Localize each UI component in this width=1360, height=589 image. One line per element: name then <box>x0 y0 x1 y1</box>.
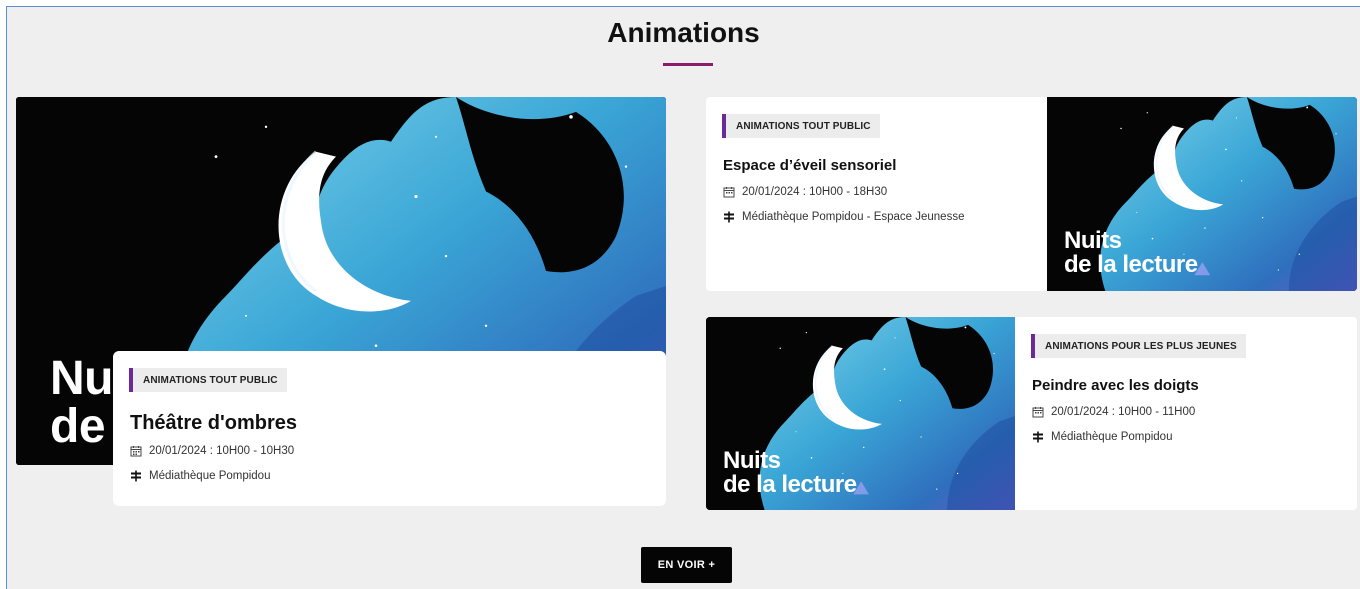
event-location-text: Médiathèque Pompidou <box>1051 431 1173 443</box>
signpost-icon <box>724 211 734 223</box>
event-category-badge: ANIMATIONS TOUT PUBLIC <box>129 368 287 392</box>
illustration-text-line2: de <box>50 400 106 453</box>
event-location: Médiathèque Pompidou <box>1032 431 1172 443</box>
event-date: 20/01/2024 : 10H00 - 11H00 <box>1032 406 1195 418</box>
illustration-text: Nuits de la lecture <box>1064 229 1198 277</box>
event-image[interactable]: Nuits de la lecture <box>706 317 1015 510</box>
event-location: Médiathèque Pompidou - Espace Jeunesse <box>723 211 964 223</box>
calendar-icon <box>1032 407 1044 418</box>
event-image[interactable]: Nuits de la lecture <box>1047 97 1357 291</box>
event-location-text: Médiathèque Pompidou - Espace Jeunesse <box>742 211 965 223</box>
illustration-text: Nu de <box>50 355 113 451</box>
animations-section: Animations Nu de ANIMATIONS TOUT PUBLIC … <box>6 6 1360 589</box>
event-location-text: Médiathèque Pompidou <box>149 470 271 482</box>
event-category-badge: ANIMATIONS POUR LES PLUS JEUNES <box>1031 334 1246 358</box>
event-date-text: 20/01/2024 : 10H00 - 11H00 <box>1051 406 1196 418</box>
event-card[interactable]: ANIMATIONS TOUT PUBLIC Espace d’éveil se… <box>706 97 1357 291</box>
illustration-text-line2: de la lecture <box>723 471 857 498</box>
signpost-icon <box>1033 431 1043 443</box>
signpost-icon <box>131 470 141 482</box>
illustration-text: Nuits de la lecture <box>723 449 857 497</box>
featured-event-card[interactable]: ANIMATIONS TOUT PUBLIC Théâtre d'ombres … <box>113 351 666 506</box>
event-card[interactable]: Nuits de la lecture ANIMATIONS POUR LES … <box>706 317 1357 510</box>
illustration-text-line2: de la lecture <box>1064 251 1198 278</box>
event-location: Médiathèque Pompidou <box>130 470 270 482</box>
event-date: 20/01/2024 : 10H00 - 18H30 <box>723 186 887 198</box>
illustration-text-line1: Nuits <box>723 447 781 474</box>
section-title: Animations <box>607 17 760 48</box>
calendar-icon <box>130 446 142 457</box>
title-underline <box>663 63 713 66</box>
event-title[interactable]: Théâtre d'ombres <box>130 412 297 435</box>
event-date-text: 20/01/2024 : 10H00 - 10H30 <box>149 445 295 457</box>
event-date: 20/01/2024 : 10H00 - 10H30 <box>130 445 294 457</box>
event-category-badge: ANIMATIONS TOUT PUBLIC <box>722 114 880 138</box>
illustration-text-line1: Nuits <box>1064 227 1122 254</box>
see-more-button[interactable]: EN VOIR + <box>641 547 732 583</box>
event-title[interactable]: Espace d’éveil sensoriel <box>723 157 896 174</box>
event-date-text: 20/01/2024 : 10H00 - 18H30 <box>742 186 888 198</box>
event-title[interactable]: Peindre avec les doigts <box>1032 377 1199 394</box>
calendar-icon <box>723 187 735 198</box>
illustration-text-line1: Nu <box>50 352 113 405</box>
